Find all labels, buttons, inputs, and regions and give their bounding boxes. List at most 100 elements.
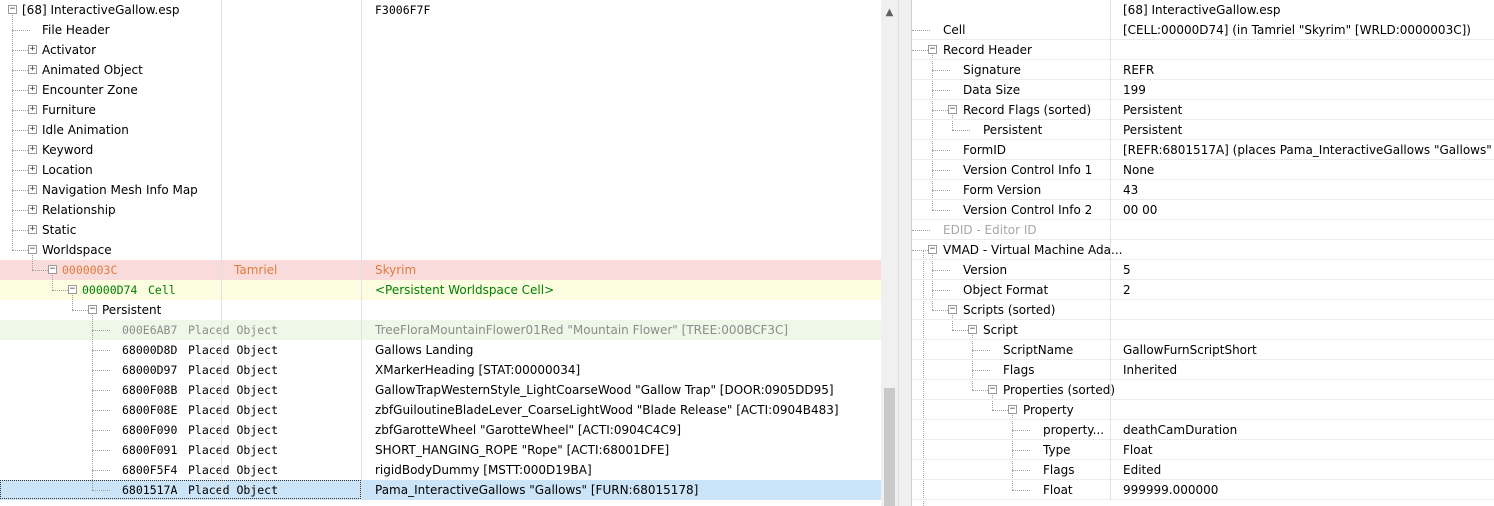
collapse-icon[interactable]: − <box>968 325 977 334</box>
tree-row[interactable]: + Location <box>0 160 881 180</box>
field-row[interactable]: Signature REFR <box>912 60 1494 80</box>
field-row[interactable]: − VMAD - Virtual Machine Ada... <box>912 240 1494 260</box>
expand-icon[interactable]: + <box>28 85 37 94</box>
field-value[interactable]: [CELL:00000D74] (in Tamriel "Skyrim" [WR… <box>1123 20 1494 40</box>
field-row[interactable]: Persistent Persistent <box>912 120 1494 140</box>
tree-row[interactable]: + Navigation Mesh Info Map <box>0 180 881 200</box>
field-value[interactable]: 999999.000000 <box>1123 480 1494 500</box>
field-label: Version <box>963 263 1008 277</box>
collapse-icon[interactable]: − <box>948 105 957 114</box>
field-value[interactable]: Float <box>1123 440 1494 460</box>
record-tree-scrollbar[interactable]: ▲ <box>881 0 898 506</box>
field-row[interactable]: − Record Header <box>912 40 1494 60</box>
expand-icon[interactable]: + <box>28 65 37 74</box>
field-row[interactable]: Form Version 43 <box>912 180 1494 200</box>
field-value[interactable]: Inherited <box>1123 360 1494 380</box>
field-row[interactable]: ScriptName GallowFurnScriptShort <box>912 340 1494 360</box>
field-row[interactable]: − Properties (sorted) <box>912 380 1494 400</box>
collapse-icon[interactable]: − <box>88 305 97 314</box>
tree-row[interactable]: −0000003C Tamriel Skyrim <box>0 260 881 280</box>
field-value[interactable]: [REFR:6801517A] (places Pama_Interactive… <box>1123 140 1494 160</box>
tree-row[interactable]: − [68] InteractiveGallow.esp F3006F7F <box>0 0 881 20</box>
field-value[interactable]: 199 <box>1123 80 1494 100</box>
field-row[interactable]: − Scripts (sorted) <box>912 300 1494 320</box>
expand-icon[interactable]: + <box>28 225 37 234</box>
field-value[interactable]: Persistent <box>1123 100 1494 120</box>
tree-row[interactable]: 6800F5F4 Placed Object rigidBodyDummy [MST… <box>0 460 881 480</box>
collapse-icon[interactable]: − <box>68 285 77 294</box>
tree-row[interactable]: + Idle Animation <box>0 120 881 140</box>
expand-icon[interactable]: + <box>28 125 37 134</box>
field-value[interactable]: 00 00 <box>1123 200 1494 220</box>
collapse-icon[interactable]: − <box>928 45 937 54</box>
expand-icon[interactable]: + <box>28 145 37 154</box>
tree-label: Static <box>42 223 77 237</box>
tree-row[interactable]: 000E6AB7 Placed Object TreeFloraMountainFl… <box>0 320 881 340</box>
field-row[interactable]: Version Control Info 2 00 00 <box>912 200 1494 220</box>
field-label: Form Version <box>963 183 1042 197</box>
collapse-icon[interactable]: − <box>8 5 17 14</box>
field-row[interactable]: FormID [REFR:6801517A] (places Pama_Inter… <box>912 140 1494 160</box>
tree-row[interactable]: File Header <box>0 20 881 40</box>
field-row[interactable]: − Record Flags (sorted) Persistent <box>912 100 1494 120</box>
field-value[interactable]: deathCamDuration <box>1123 420 1494 440</box>
tree-row[interactable]: + Encounter Zone <box>0 80 881 100</box>
tree-row[interactable]: + Activator <box>0 40 881 60</box>
field-row[interactable]: Cell [CELL:00000D74] (in Tamriel "Skyrim"… <box>912 20 1494 40</box>
field-value[interactable]: 5 <box>1123 260 1494 280</box>
chevron-up-icon[interactable]: ▲ <box>881 4 898 21</box>
expand-icon[interactable]: + <box>28 165 37 174</box>
scrollbar-thumb[interactable] <box>884 388 895 506</box>
field-row[interactable]: EDID - Editor ID <box>912 220 1494 240</box>
field-value[interactable]: 43 <box>1123 180 1494 200</box>
expand-icon[interactable]: + <box>28 205 37 214</box>
column-separator <box>1110 200 1111 220</box>
field-label: Script <box>983 323 1018 337</box>
collapse-icon[interactable]: − <box>28 245 37 254</box>
collapse-icon[interactable]: − <box>48 265 57 274</box>
collapse-icon[interactable]: − <box>1008 405 1017 414</box>
tree-row[interactable]: + Static <box>0 220 881 240</box>
field-value[interactable]: Persistent <box>1123 120 1494 140</box>
field-row[interactable]: Flags Inherited <box>912 360 1494 380</box>
collapse-icon[interactable]: − <box>948 305 957 314</box>
expand-icon[interactable]: + <box>28 105 37 114</box>
tree-row[interactable]: − Worldspace <box>0 240 881 260</box>
collapse-icon[interactable]: − <box>928 245 937 254</box>
tree-row[interactable]: − Persistent <box>0 300 881 320</box>
field-row[interactable]: Type Float <box>912 440 1494 460</box>
field-row[interactable]: property... deathCamDuration <box>912 420 1494 440</box>
tree-row[interactable]: + Keyword <box>0 140 881 160</box>
tree-row[interactable]: 68000D97 Placed Object XMarkerHeading [STA… <box>0 360 881 380</box>
tree-row[interactable]: + Furniture <box>0 100 881 120</box>
field-value[interactable]: Edited <box>1123 460 1494 480</box>
field-value[interactable]: REFR <box>1123 60 1494 80</box>
field-row[interactable]: − Property <box>912 400 1494 420</box>
field-row[interactable]: − Script <box>912 320 1494 340</box>
tree-row[interactable]: + Relationship <box>0 200 881 220</box>
field-row[interactable]: Data Size 199 <box>912 80 1494 100</box>
panel-splitter[interactable] <box>898 0 912 506</box>
tree-value: rigidBodyDummy [MSTT:000D19BA] <box>375 463 592 477</box>
tree-row[interactable]: 6800F090 Placed Object zbfGarotteWheel "Ga… <box>0 420 881 440</box>
field-label: property... <box>1043 423 1105 437</box>
field-value[interactable]: 2 <box>1123 280 1494 300</box>
tree-row[interactable]: + Animated Object <box>0 60 881 80</box>
field-row[interactable]: Version Control Info 1 None <box>912 160 1494 180</box>
expand-icon[interactable]: + <box>28 45 37 54</box>
tree-row[interactable]: 6800F08B Placed Object GallowTrapWesternSt… <box>0 380 881 400</box>
tree-row[interactable]: 68000D8D Placed Object Gallows Landing <box>0 340 881 360</box>
tree-row[interactable]: −00000D74 Cell <Persistent Worldspace Cell… <box>0 280 881 300</box>
field-row[interactable]: Flags Edited <box>912 460 1494 480</box>
field-row[interactable]: Object Format 2 <box>912 280 1494 300</box>
collapse-icon[interactable]: − <box>988 385 997 394</box>
expand-icon[interactable]: + <box>28 185 37 194</box>
tree-row[interactable]: 6800F091 Placed Object SHORT_HANGING_ROPE … <box>0 440 881 460</box>
field-row[interactable]: Version 5 <box>912 260 1494 280</box>
tree-row[interactable]: 6800F08E Placed Object zbfGuiloutineBladeL… <box>0 400 881 420</box>
column-separator <box>221 240 222 260</box>
field-value[interactable]: GallowFurnScriptShort <box>1123 340 1494 360</box>
field-row[interactable]: Float 999999.000000 <box>912 480 1494 500</box>
field-value[interactable]: None <box>1123 160 1494 180</box>
tree-row[interactable]: 6801517A Placed Object Pama_InteractiveGal… <box>0 480 881 500</box>
